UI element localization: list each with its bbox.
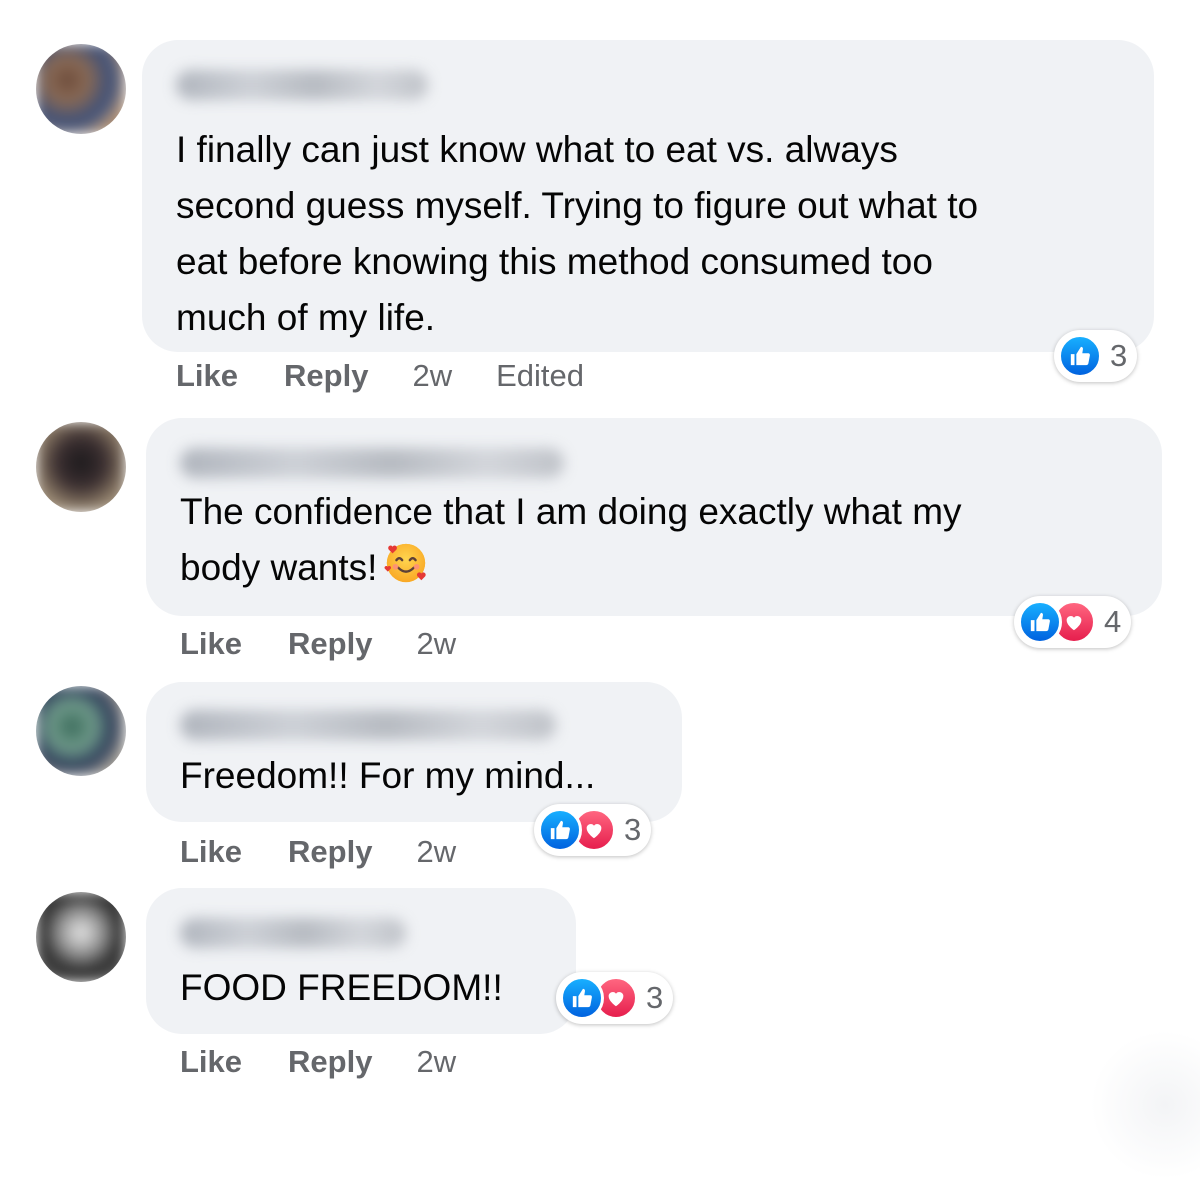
reply-button[interactable]: Reply xyxy=(288,1044,372,1080)
like-icon xyxy=(538,808,582,852)
comment-actions: Like Reply 2w xyxy=(180,834,456,870)
comment-text: I finally can just know what to eat vs. … xyxy=(176,129,979,338)
edited-label: Edited xyxy=(496,358,584,393)
comment-actions: Like Reply 2w xyxy=(180,626,456,662)
comment-text: Freedom!! For my mind... xyxy=(180,755,596,796)
reaction-summary[interactable]: 3 xyxy=(1054,330,1138,382)
like-button[interactable]: Like xyxy=(180,626,242,662)
comment-text: The confidence that I am doing exactly w… xyxy=(180,484,1140,602)
avatar[interactable] xyxy=(36,422,126,512)
like-button[interactable]: Like xyxy=(176,358,238,394)
author-name-blurred[interactable] xyxy=(180,710,556,740)
author-name-blurred[interactable] xyxy=(180,918,406,948)
reply-button[interactable]: Reply xyxy=(288,834,372,870)
timestamp[interactable]: 2w xyxy=(416,626,456,662)
timestamp[interactable]: 2w xyxy=(416,834,456,870)
reply-button[interactable]: Reply xyxy=(288,626,372,662)
like-button[interactable]: Like xyxy=(180,834,242,870)
comment-actions: Like Reply 2w xyxy=(180,1044,456,1080)
like-icon xyxy=(1018,600,1062,644)
comment-bubble: FOOD FREEDOM!! xyxy=(146,888,576,1034)
reaction-count: 4 xyxy=(1104,604,1122,639)
corner-shadow-decoration xyxy=(1090,1030,1200,1180)
reaction-summary[interactable]: 4 xyxy=(1014,596,1132,648)
author-name-blurred[interactable] xyxy=(180,448,564,478)
like-button[interactable]: Like xyxy=(180,1044,242,1080)
avatar[interactable] xyxy=(36,892,126,982)
timestamp[interactable]: 2w xyxy=(412,358,452,394)
reaction-count: 3 xyxy=(646,980,664,1015)
reply-button[interactable]: Reply xyxy=(284,358,368,394)
comment-text-content: The confidence that I am doing exactly w… xyxy=(180,491,962,588)
avatar[interactable] xyxy=(36,686,126,776)
comment-actions: Like Reply 2w Edited xyxy=(176,358,584,394)
comment-bubble: The confidence that I am doing exactly w… xyxy=(146,418,1162,616)
comment-bubble: Freedom!! For my mind... xyxy=(146,682,682,822)
like-icon xyxy=(1058,334,1102,378)
comment-bubble: I finally can just know what to eat vs. … xyxy=(142,40,1154,352)
reaction-summary[interactable]: 3 xyxy=(534,804,652,856)
author-name-blurred[interactable] xyxy=(176,70,428,100)
like-icon xyxy=(560,976,604,1020)
avatar[interactable] xyxy=(36,44,126,134)
smiling-face-with-hearts-icon xyxy=(383,540,429,602)
reaction-count: 3 xyxy=(1110,338,1128,373)
reaction-count: 3 xyxy=(624,812,642,847)
timestamp[interactable]: 2w xyxy=(416,1044,456,1080)
reaction-summary[interactable]: 3 xyxy=(556,972,674,1024)
comment-text: FOOD FREEDOM!! xyxy=(180,967,503,1008)
